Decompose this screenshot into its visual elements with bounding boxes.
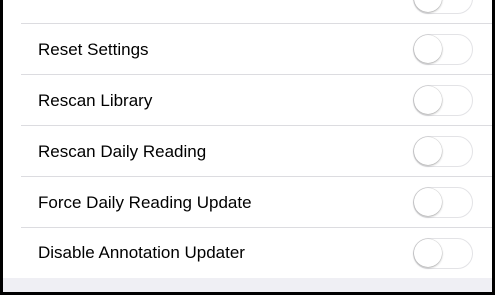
settings-screen: Reset Settings Rescan Library Rescan Dai… — [0, 0, 495, 295]
list-item-rescan-daily-reading: Rescan Daily Reading — [3, 126, 492, 177]
reset-settings-toggle[interactable] — [413, 34, 473, 65]
setting-label: Force Daily Reading Update — [38, 193, 252, 212]
grouped-list-footer — [3, 278, 492, 292]
setting-label: Reset Settings — [38, 40, 149, 59]
toggle-knob — [414, 188, 442, 216]
setting-label: Disable Annotation Updater — [38, 243, 245, 262]
list-item-reset-settings: Reset Settings — [3, 24, 492, 75]
toggle-knob — [414, 86, 442, 114]
list-item-rescan-library: Rescan Library — [3, 75, 492, 126]
setting-label: Rescan Library — [38, 91, 153, 110]
list-item — [3, 0, 492, 24]
toggle-switch[interactable] — [413, 0, 473, 14]
toggle-knob — [414, 239, 442, 267]
toggle-knob — [414, 137, 442, 165]
force-daily-reading-update-toggle[interactable] — [413, 187, 473, 218]
list-item-force-daily-reading-update: Force Daily Reading Update — [3, 177, 492, 228]
list-item-disable-annotation-updater: Disable Annotation Updater — [3, 228, 492, 278]
setting-label: Rescan Daily Reading — [38, 142, 207, 161]
toggle-knob — [414, 35, 442, 63]
disable-annotation-updater-toggle[interactable] — [413, 238, 473, 269]
toggle-knob — [414, 0, 442, 12]
rescan-daily-reading-toggle[interactable] — [413, 136, 473, 167]
rescan-library-toggle[interactable] — [413, 85, 473, 116]
